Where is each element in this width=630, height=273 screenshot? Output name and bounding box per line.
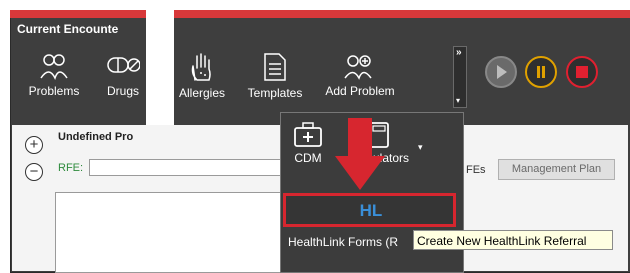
tooltip: Create New HealthLink Referral <box>413 230 613 250</box>
toolbar-button-drugs[interactable]: Drugs <box>100 52 146 114</box>
toolbar-label: Allergies <box>178 86 226 100</box>
title-strip <box>10 10 630 18</box>
healthlink-logo-text: HL <box>360 201 383 220</box>
pill-icon <box>107 57 140 73</box>
menu-item-healthlink-forms[interactable]: HL <box>283 193 456 227</box>
dropdown-caret-icon: ▾ <box>418 142 423 152</box>
tab-management-plan[interactable]: Management Plan <box>498 159 615 180</box>
toolbar-button-add-problem[interactable]: Add Problem <box>316 52 404 114</box>
window-title: Current Encounte <box>17 22 119 36</box>
overflow-caret-icon: ▾ <box>456 96 461 105</box>
document-icon <box>264 53 286 81</box>
hand-icon <box>191 53 211 81</box>
toolbar-overflow-button[interactable]: » ▾ <box>453 46 467 108</box>
remove-problem-circle-button[interactable]: − <box>25 163 43 181</box>
add-people-icon <box>344 55 372 80</box>
problem-title: Undefined Pro <box>58 131 134 143</box>
play-button[interactable] <box>485 56 517 88</box>
menu-item-label: CDM <box>294 151 322 165</box>
toolbar-label: Drugs <box>106 84 139 98</box>
add-problem-circle-button[interactable]: + <box>25 136 43 154</box>
toolbar-label: Add Problem <box>325 84 395 98</box>
rfe-input[interactable] <box>89 159 286 176</box>
toolbar-button-allergies[interactable]: Allergies <box>174 52 230 114</box>
tab-rfes[interactable]: FEs <box>466 164 486 176</box>
toolbar-button-templates[interactable]: Templates <box>242 52 308 114</box>
notes-textarea[interactable] <box>55 192 287 273</box>
people-icon <box>40 54 68 80</box>
overflow-chevron-icon: » <box>456 47 462 58</box>
menu-item-cdm[interactable]: CDM <box>286 122 330 165</box>
red-pointer-arrow-icon <box>335 118 385 190</box>
stop-button[interactable] <box>566 56 598 88</box>
toolbar-button-problems[interactable]: Problems <box>26 52 82 114</box>
rfe-label: RFE: <box>58 162 84 174</box>
healthlink-logo-icon: HL <box>360 201 383 220</box>
pause-button[interactable] <box>525 56 557 88</box>
toolbar-label: Templates <box>247 86 303 100</box>
toolbar-label: Problems <box>28 84 80 98</box>
medical-kit-icon <box>294 122 322 147</box>
healthlink-forms-label: HealthLink Forms (R <box>288 235 399 249</box>
